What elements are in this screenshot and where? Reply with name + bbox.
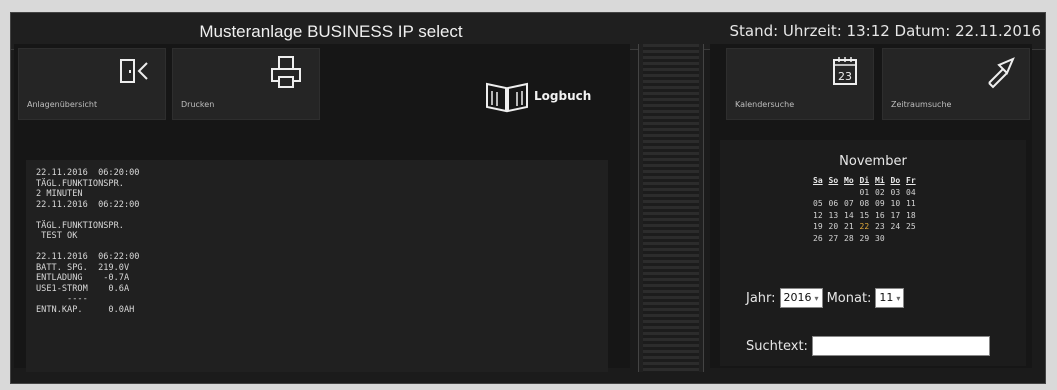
- calendar-icon: 23: [833, 57, 857, 85]
- weekday-header: Mo: [844, 176, 854, 185]
- calendar-day[interactable]: 24: [891, 222, 907, 234]
- calendar-week-row: 12 13 14 15 16 17 18: [813, 211, 922, 223]
- weekday-header: Do: [890, 176, 901, 185]
- calendar-day[interactable]: 17: [891, 211, 907, 223]
- calendar-panel: November Sa So Mo Di Mi Do Fr 01 02 03 04 05 06 07 08 0…: [720, 140, 1026, 366]
- log-panel[interactable]: 22.11.2016 06:20:00 TÄGL.FUNKTIONSPR. 2 …: [26, 160, 608, 372]
- monat-value: 11: [879, 291, 894, 304]
- weekday-header-row: Sa So Mo Di Mi Do Fr: [813, 176, 922, 188]
- weekday-header: Sa: [813, 176, 823, 185]
- calendar-day[interactable]: 27: [829, 234, 845, 246]
- weekday-header: Fr: [906, 176, 916, 185]
- weekday-header: Di: [859, 176, 870, 185]
- calendar-month: November: [839, 154, 907, 169]
- logbuch-button[interactable]: Logbuch: [484, 78, 591, 114]
- calendar-week-row: 19 20 21 22 23 24 25: [813, 222, 922, 234]
- calendar-grid: Sa So Mo Di Mi Do Fr 01 02 03 04 05 06 07 08 09 10 11 12 13…: [813, 176, 922, 245]
- range-arrow-icon: [988, 57, 1015, 89]
- calendar-day[interactable]: 10: [891, 199, 907, 211]
- calendar-day[interactable]: 25: [906, 222, 922, 234]
- calendar-day[interactable]: 28: [844, 234, 860, 246]
- calendar-day[interactable]: 03: [891, 188, 907, 200]
- calendar-day[interactable]: 22: [860, 222, 876, 234]
- calendar-day[interactable]: 23: [875, 222, 891, 234]
- log-scrollbar[interactable]: [638, 44, 704, 372]
- system-overview-icon: [120, 59, 148, 83]
- calendar-day[interactable]: 29: [860, 234, 876, 246]
- printer-icon: [271, 56, 301, 88]
- weekday-header: So: [828, 176, 839, 185]
- calendar-day[interactable]: 18: [906, 211, 922, 223]
- drucken-label: Drucken: [181, 100, 215, 109]
- calendar-day[interactable]: 06: [829, 199, 845, 211]
- calendar-day[interactable]: 19: [813, 222, 829, 234]
- zeitraumsuche-button[interactable]: Zeitraumsuche: [882, 48, 1030, 120]
- calendar-day[interactable]: 14: [844, 211, 860, 223]
- calendar-week-row: 05 06 07 08 09 10 11: [813, 199, 922, 211]
- scrollbar-track[interactable]: [643, 44, 699, 372]
- calendar-day[interactable]: 21: [844, 222, 860, 234]
- calendar-day[interactable]: 13: [829, 211, 845, 223]
- chevron-down-icon: ▾: [896, 294, 901, 303]
- calendar-day[interactable]: 01: [860, 188, 876, 200]
- calendar-day[interactable]: 26: [813, 234, 829, 246]
- suchtext-input[interactable]: [811, 336, 990, 356]
- calendar-day[interactable]: 30: [875, 234, 891, 246]
- zeitraumsuche-label: Zeitraumsuche: [891, 100, 952, 109]
- calendar-day[interactable]: 12: [813, 211, 829, 223]
- calendar-day[interactable]: 16: [875, 211, 891, 223]
- calendar-day[interactable]: 09: [875, 199, 891, 211]
- calendar-empty-cell: [813, 188, 829, 200]
- calendar-day[interactable]: 11: [906, 199, 922, 211]
- weekday-header: Mi: [875, 176, 885, 185]
- kalendersuche-label: Kalendersuche: [735, 100, 795, 109]
- chevron-down-icon: ▾: [814, 294, 819, 303]
- calendar-day[interactable]: 07: [844, 199, 860, 211]
- jahr-select[interactable]: 2016 ▾: [779, 288, 823, 308]
- calendar-empty-cell: [829, 188, 845, 200]
- left-pane: Anlagenübersicht Drucken Logbuch 22.11.2…: [14, 44, 630, 372]
- drucken-button[interactable]: Drucken: [172, 48, 320, 120]
- calendar-day[interactable]: 08: [860, 199, 876, 211]
- calendar-day[interactable]: 05: [813, 199, 829, 211]
- anlagenuebersicht-button[interactable]: Anlagenübersicht: [18, 48, 166, 120]
- jahr-value: 2016: [783, 291, 812, 304]
- calendar-day[interactable]: 15: [860, 211, 876, 223]
- book-icon: [486, 82, 528, 113]
- calendar-day[interactable]: 04: [906, 188, 922, 200]
- logbuch-label: Logbuch: [534, 89, 592, 103]
- calendar-empty-cell: [906, 234, 922, 246]
- search-row: Suchtext:: [746, 336, 990, 356]
- calendar-empty-cell: [844, 188, 860, 200]
- monat-select[interactable]: 11 ▾: [875, 288, 905, 308]
- right-pane: 23 Kalendersuche Zeitraumsuche November …: [710, 44, 1032, 368]
- calendar-week-row: 26 27 28 29 30: [813, 234, 922, 246]
- log-text: 22.11.2016 06:20:00 TÄGL.FUNKTIONSPR. 2 …: [36, 168, 140, 315]
- jahr-label: Jahr:: [746, 290, 776, 306]
- calendar-icon-day: 23: [838, 70, 852, 83]
- calendar-day[interactable]: 02: [875, 188, 891, 200]
- date-controls: Jahr: 2016 ▾ Monat: 11 ▾: [746, 288, 908, 308]
- calendar-day[interactable]: 20: [829, 222, 845, 234]
- calendar-empty-cell: [891, 234, 907, 246]
- calendar-week-row: 01 02 03 04: [813, 188, 922, 200]
- anlagenuebersicht-label: Anlagenübersicht: [27, 100, 98, 109]
- suchtext-label: Suchtext:: [746, 338, 808, 354]
- monat-label: Monat:: [826, 290, 872, 306]
- kalendersuche-button[interactable]: 23 Kalendersuche: [726, 48, 874, 120]
